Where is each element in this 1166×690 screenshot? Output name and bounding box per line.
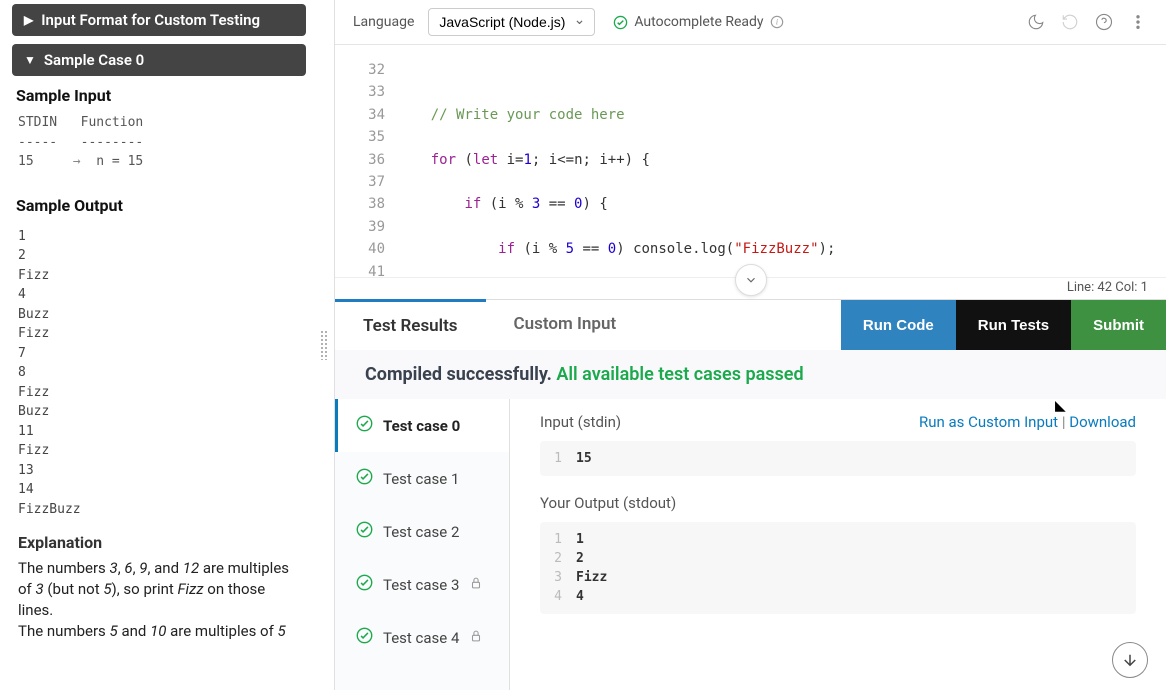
editor-line-gutter: 32333435363738394041 — [335, 59, 393, 277]
collapse-panel-button[interactable] — [735, 264, 767, 296]
stdin-underline: ----- — [18, 135, 57, 150]
arrow-down-icon — [1121, 651, 1139, 669]
submit-button[interactable]: Submit — [1071, 300, 1166, 350]
testcase-label: Test case 4 — [383, 629, 459, 647]
compile-status: Compiled successfully. All available tes… — [335, 350, 1166, 399]
caret-down-icon: ▼ — [24, 53, 36, 67]
testcase-label: Test case 0 — [383, 417, 460, 435]
testcase-item[interactable]: Test case 3 — [335, 558, 509, 611]
func-value: n = 15 — [96, 154, 143, 169]
sample-output-block: 12Fizz4BuzzFizz78FizzBuzz11Fizz1314FizzB… — [12, 223, 306, 520]
input-stdin-block: 115 — [540, 441, 1136, 476]
run-code-button[interactable]: Run Code — [841, 300, 956, 350]
testcase-label: Test case 3 — [383, 576, 459, 594]
explanation-block: Explanation The numbers 3, 6, 9, and 12 … — [12, 533, 306, 642]
sample-case-title: Sample Case 0 — [44, 51, 144, 69]
your-output-block: 11223Fizz44 — [540, 522, 1136, 614]
explanation-label: Explanation — [18, 533, 300, 552]
cursor-position: Line: 42 Col: 1 — [1067, 280, 1148, 295]
check-circle-icon — [356, 574, 373, 595]
testcase-item[interactable]: Test case 0 — [335, 399, 509, 452]
sample-output-label: Sample Output — [12, 196, 306, 215]
reset-icon[interactable] — [1060, 12, 1080, 32]
check-circle-icon — [613, 15, 628, 30]
lock-icon — [469, 576, 483, 594]
chevron-down-icon — [744, 273, 758, 287]
problem-sidebar: ▶ Input Format for Custom Testing ▼ Samp… — [0, 0, 314, 690]
compile-suffix: All available test cases passed — [556, 364, 803, 385]
check-circle-icon — [356, 415, 373, 436]
autocomplete-label: Autocomplete Ready — [634, 14, 763, 30]
testcase-detail: Input (stdin) Run as Custom Input | Down… — [510, 399, 1166, 690]
testcase-item[interactable]: Test case 2 — [335, 505, 509, 558]
results-tabs-row: Test Results Custom Input Run Code Run T… — [335, 299, 1166, 350]
your-output-label: Your Output (stdout) — [540, 494, 1136, 512]
explanation-text: The numbers 3, 6, 9, and 12 are multiple… — [18, 558, 300, 642]
check-circle-icon — [356, 521, 373, 542]
arrow-icon: → — [73, 154, 81, 169]
stdin-value: 15 — [18, 154, 34, 169]
editor-status-bar: Line: 42 Col: 1 — [335, 277, 1166, 299]
caret-right-icon: ▶ — [24, 13, 33, 27]
input-format-header[interactable]: ▶ Input Format for Custom Testing — [12, 4, 306, 36]
theme-toggle-icon[interactable] — [1026, 12, 1046, 32]
testcase-label: Test case 2 — [383, 523, 459, 541]
language-label: Language — [353, 14, 414, 30]
check-circle-icon — [356, 468, 373, 489]
tab-custom-input[interactable]: Custom Input — [486, 300, 645, 350]
func-underline: -------- — [81, 135, 144, 150]
info-icon[interactable]: i — [770, 15, 784, 29]
stdin-header: STDIN — [18, 115, 57, 130]
input-format-title: Input Format for Custom Testing — [41, 11, 260, 29]
sample-input-label: Sample Input — [12, 86, 306, 105]
function-header: Function — [81, 115, 144, 130]
compile-prefix: Compiled successfully. — [365, 364, 552, 385]
run-tests-button[interactable]: Run Tests — [956, 300, 1071, 350]
lock-icon — [469, 629, 483, 647]
sample-input-block: STDIN Function ----- -------- 15 → n = 1… — [12, 113, 306, 172]
separator: | — [1062, 413, 1066, 431]
main-panel: Language JavaScript (Node.js) Autocomple… — [334, 0, 1166, 690]
svg-text:i: i — [775, 18, 777, 27]
more-menu-icon[interactable] — [1128, 12, 1148, 32]
testcase-item[interactable]: Test case 1 — [335, 452, 509, 505]
testcase-list: Test case 0 Test case 1 Test case 2 Test… — [335, 399, 510, 690]
editor-toolbar: Language JavaScript (Node.js) Autocomple… — [335, 0, 1166, 45]
input-stdin-label: Input (stdin) — [540, 413, 621, 431]
editor-content: // Write your code here for (let i=1; i<… — [397, 59, 835, 277]
testcase-label: Test case 1 — [383, 470, 459, 488]
sample-case-header[interactable]: ▼ Sample Case 0 — [12, 44, 306, 76]
testcase-item[interactable]: Test case 4 — [335, 611, 509, 664]
grip-icon — [320, 330, 328, 360]
resize-handle[interactable] — [314, 0, 334, 690]
help-icon[interactable] — [1094, 12, 1114, 32]
scroll-down-button[interactable] — [1112, 642, 1148, 678]
run-as-custom-link[interactable]: Run as Custom Input — [919, 413, 1058, 431]
autocomplete-status: Autocomplete Ready i — [613, 14, 783, 30]
language-select[interactable]: JavaScript (Node.js) — [428, 8, 595, 36]
check-circle-icon — [356, 627, 373, 648]
code-editor[interactable]: 32333435363738394041 // Write your code … — [335, 45, 1166, 277]
download-link[interactable]: Download — [1069, 413, 1136, 431]
tab-test-results[interactable]: Test Results — [335, 299, 486, 350]
